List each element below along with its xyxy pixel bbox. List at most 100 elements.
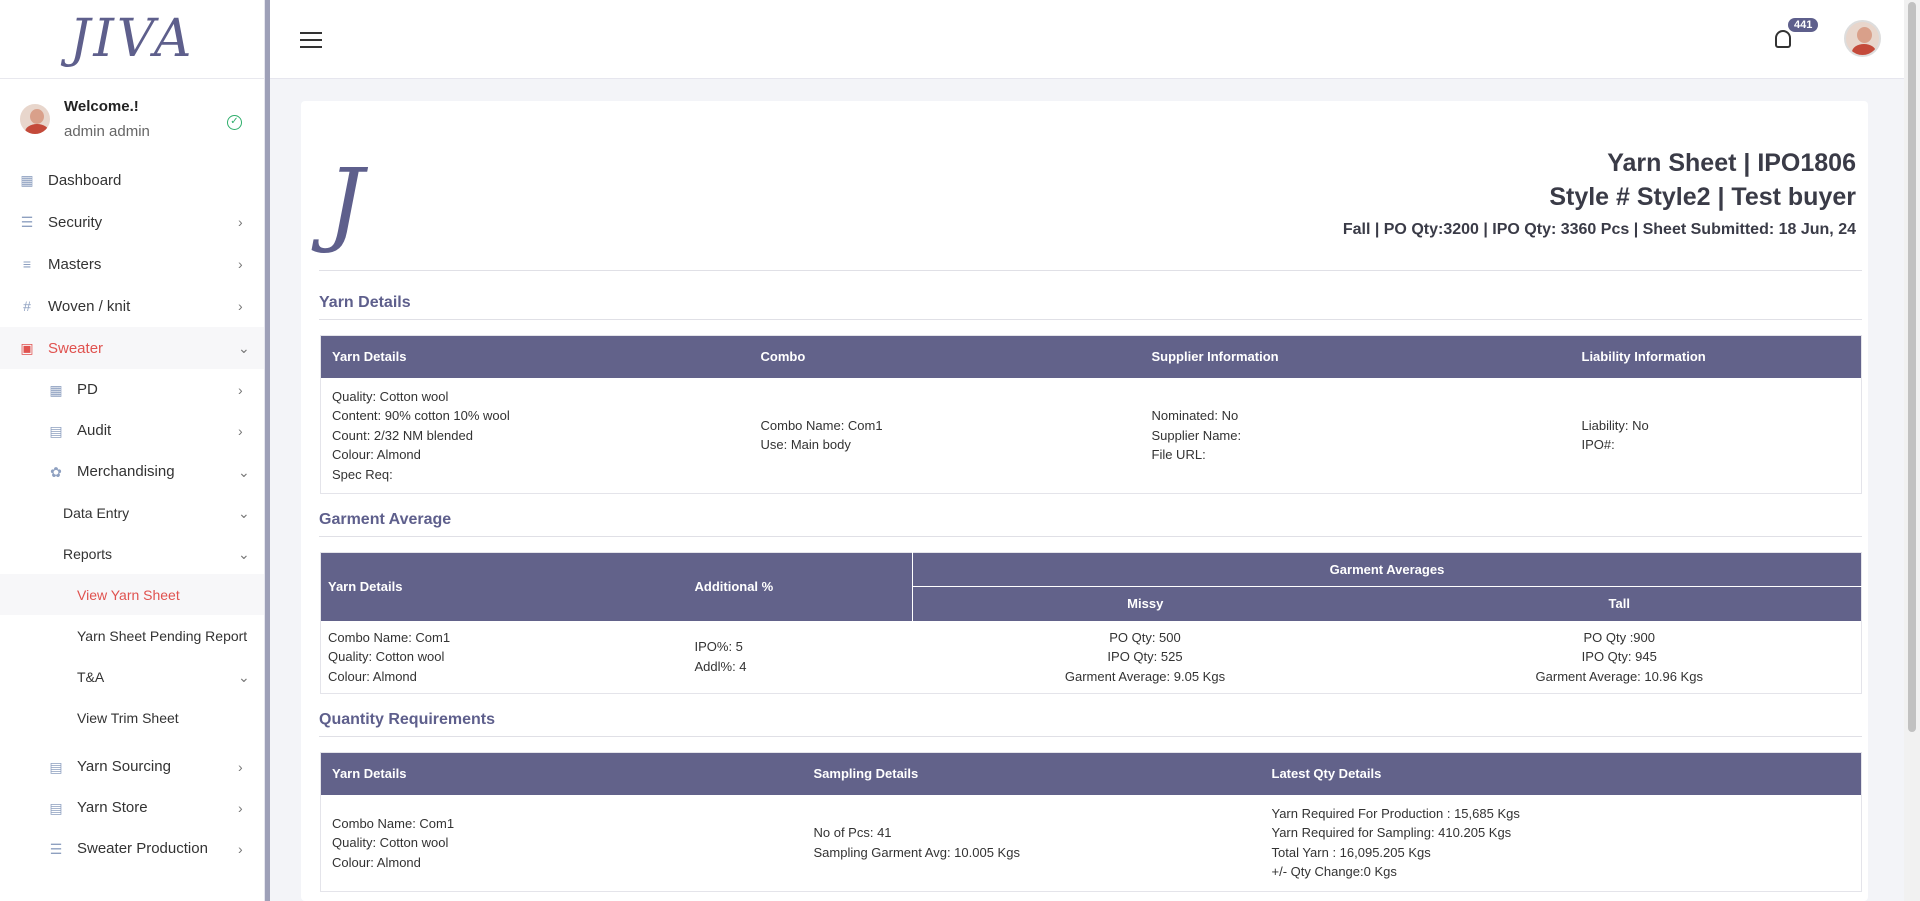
column-header: Sampling Details (802, 752, 1261, 795)
avatar (18, 102, 52, 136)
chevron-right-icon: › (238, 214, 243, 230)
bell-icon[interactable] (1775, 30, 1791, 48)
sidebar-item-woven-knit[interactable]: # Woven / knit › (0, 285, 264, 327)
chevron-right-icon: › (238, 800, 243, 816)
menu-toggle-icon[interactable] (300, 32, 322, 48)
sidebar-item-label: Security (48, 213, 103, 231)
column-header: Yarn Details (320, 335, 750, 378)
sidebar-item-view-trim-sheet[interactable]: View Trim Sheet (0, 697, 264, 738)
section-title-garment-average: Garment Average (319, 511, 1862, 537)
page-scrollbar-thumb[interactable] (1908, 2, 1916, 732)
table-cell: Combo Name: Com1 Use: Main body (749, 377, 1141, 494)
sidebar-item-pd[interactable]: ▦ PD › (0, 369, 264, 410)
sidebar-item-reports[interactable]: Reports ⌄ (0, 533, 264, 574)
chevron-right-icon: › (238, 423, 243, 439)
cell-line: Combo Name: Com1 (328, 629, 451, 645)
calendar-icon: ▣ (20, 340, 34, 356)
brand-logo-text: JIVA (69, 9, 195, 69)
sidebar: JIVA Welcome.! admin admin ✓ ▦ Dashboard… (0, 0, 265, 901)
column-header: Combo (749, 335, 1141, 378)
table-row: Combo Name: Com1 Quality: Cotton wool Co… (320, 794, 1862, 892)
cell-line: Quality: Cotton wool (332, 835, 449, 850)
sidebar-item-audit[interactable]: ▤ Audit › (0, 410, 264, 451)
cell-line: Yarn Required For Production : 15,685 Kg… (1271, 805, 1520, 821)
sidebar-item-label: Dashboard (48, 171, 122, 189)
column-header: Additional % (683, 552, 913, 621)
cell-line: Garment Average: 10.96 Kgs (1535, 668, 1703, 684)
cell-line: +/- Qty Change:0 Kgs (1271, 864, 1397, 880)
column-header: Yarn Details (320, 552, 684, 621)
sidebar-item-ta[interactable]: T&A ⌄ (0, 656, 264, 697)
table-cell: Liability: No IPO#: (1570, 377, 1862, 494)
cell-line: Yarn Required for Sampling: 410.205 Kgs (1271, 825, 1512, 841)
chevron-right-icon: › (238, 256, 243, 272)
sidebar-item-masters[interactable]: ≡ Masters › (0, 243, 264, 285)
sidebar-item-sweater-production[interactable]: ☰ Sweater Production › (0, 828, 264, 869)
sidebar-item-label: Sweater Production (77, 840, 208, 857)
sidebar-item-merchandising[interactable]: ✿ Merchandising ⌄ (0, 451, 264, 492)
section-title-quantity-requirements: Quantity Requirements (319, 711, 1862, 737)
sidebar-item-yarn-sourcing[interactable]: ▤ Yarn Sourcing › (0, 746, 264, 787)
cell-line: No of Pcs: 41 (813, 825, 892, 841)
cell-line: Quality: Cotton wool (332, 388, 449, 404)
document-icon: ▤ (49, 422, 63, 439)
column-group-header: Garment Averages (912, 552, 1862, 587)
chevron-right-icon: › (238, 841, 243, 857)
garment-average-table: Yarn Details Additional % Garment Averag… (320, 552, 1862, 694)
online-check-icon: ✓ (227, 115, 242, 130)
cell-line: Spec Req: (332, 466, 393, 482)
hash-icon: # (23, 298, 31, 314)
user-panel: Welcome.! admin admin ✓ (0, 79, 264, 159)
cell-line: Colour: Almond (332, 854, 421, 870)
sidebar-item-label: Woven / knit (48, 297, 131, 315)
sidebar-item-sweater[interactable]: ▣ Sweater ⌄ (0, 327, 264, 369)
chevron-down-icon: ⌄ (238, 464, 250, 480)
chevron-down-icon: ⌄ (238, 546, 250, 562)
cell-line: Supplier Name: (1151, 427, 1242, 443)
cell-line: Addl%: 4 (694, 658, 747, 674)
company-logo: J (327, 149, 364, 256)
chevron-down-icon: ⌄ (238, 505, 250, 521)
sidebar-item-label: Yarn Sourcing (77, 758, 171, 775)
sidebar-item-yarn-store[interactable]: ▤ Yarn Store › (0, 787, 264, 828)
sidebar-item-label: Yarn Store (77, 799, 148, 816)
chevron-down-icon: ⌄ (238, 669, 250, 685)
sidebar-item-label: PD (77, 381, 98, 398)
topbar: 441 (270, 0, 1920, 79)
cell-line: Combo Name: Com1 (332, 815, 455, 831)
chevron-right-icon: › (238, 382, 243, 398)
table-icon: ▦ (49, 381, 63, 398)
brand-logo[interactable]: JIVA (0, 0, 264, 79)
sidebar-item-dashboard[interactable]: ▦ Dashboard (0, 159, 264, 201)
avatar[interactable] (1844, 20, 1881, 57)
sidebar-item-label: Reports (63, 545, 113, 562)
user-name: admin admin (64, 123, 150, 140)
yarn-sheet-card: J Yarn Sheet | IPO1806 Style # Style2 | … (301, 101, 1868, 901)
sidebar-item-yarn-sheet-pending-report[interactable]: Yarn Sheet Pending Report (0, 615, 264, 656)
cell-line: IPO Qty: 945 (1581, 649, 1657, 664)
fast-forward-icon: ≡ (22, 256, 32, 272)
sidebar-item-data-entry[interactable]: Data Entry ⌄ (0, 492, 264, 533)
table-cell: Yarn Required For Production : 15,685 Kg… (1260, 794, 1862, 892)
document-icon: ▤ (49, 758, 63, 775)
sidebar-scrollbar[interactable] (265, 0, 270, 901)
sidebar-item-label: Masters (48, 255, 102, 273)
sidebar-item-security[interactable]: ☰ Security › (0, 201, 264, 243)
sheet-header: J Yarn Sheet | IPO1806 Style # Style2 | … (319, 119, 1862, 271)
page-title: Yarn Sheet | IPO1806 (1607, 149, 1856, 177)
sidebar-item-label: Data Entry (63, 504, 130, 521)
sidebar-item-label: View Trim Sheet (77, 709, 179, 726)
sidebar-item-view-yarn-sheet[interactable]: View Yarn Sheet (0, 574, 264, 615)
welcome-text: Welcome.! (64, 98, 139, 115)
gear-icon: ✿ (50, 463, 62, 480)
column-header: Supplier Information (1140, 335, 1571, 378)
cell-line: IPO Qty: 525 (1107, 649, 1183, 664)
cell-line: Use: Main body (760, 437, 851, 453)
table-cell: Nominated: No Supplier Name: File URL: (1140, 377, 1571, 494)
table-cell: PO Qty: 500 IPO Qty: 525 Garment Average… (912, 620, 1378, 694)
cell-line: Content: 90% cotton 10% wool (332, 408, 510, 423)
column-header: Liability Information (1570, 335, 1862, 378)
cell-line: IPO%: 5 (694, 639, 743, 655)
grid-icon: ▦ (20, 172, 34, 188)
table-cell: No of Pcs: 41 Sampling Garment Avg: 10.0… (802, 794, 1261, 892)
